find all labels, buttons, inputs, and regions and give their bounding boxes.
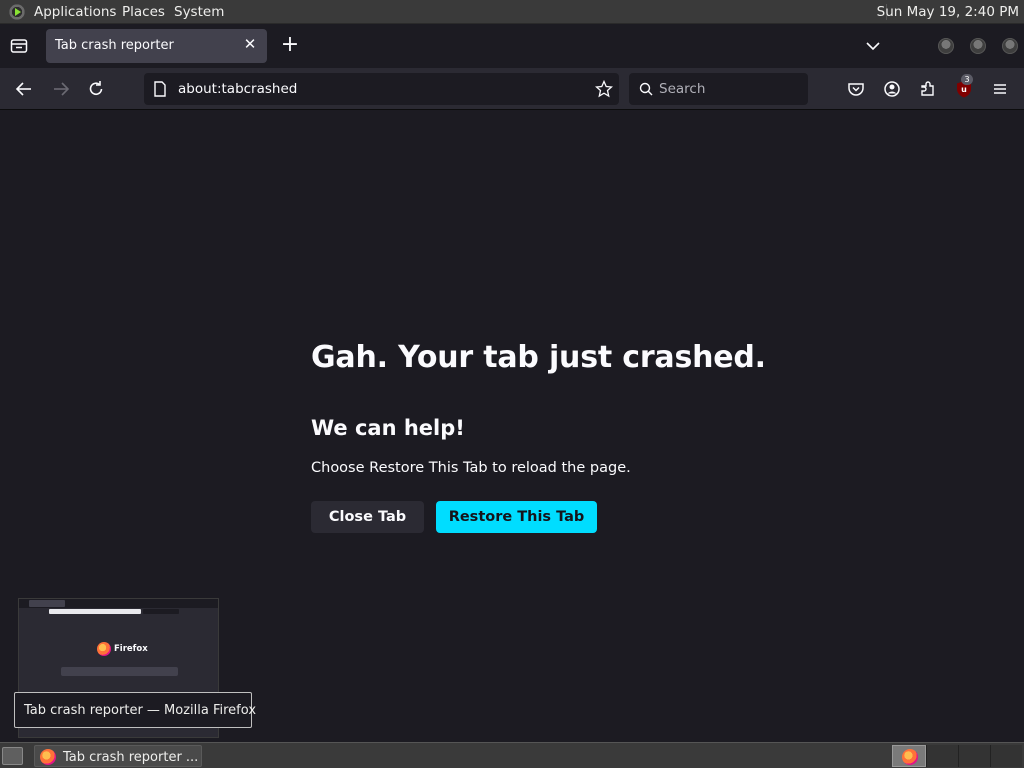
help-subheading: We can help!: [311, 416, 465, 440]
firefox-icon: [902, 749, 918, 765]
maximize-button[interactable]: [970, 38, 986, 54]
chevron-down-icon[interactable]: [863, 36, 883, 56]
account-icon[interactable]: [881, 78, 903, 100]
star-icon[interactable]: [595, 80, 613, 98]
crash-headline: Gah. Your tab just crashed.: [311, 340, 766, 375]
top-panel: Applications Places System Sun May 19, 2…: [0, 0, 1024, 24]
workspace-switcher: [892, 745, 1024, 767]
back-arrow-icon[interactable]: [13, 78, 35, 100]
bottom-taskbar: Tab crash reporter ...: [0, 742, 1024, 768]
preview-brand-text: Firefox: [114, 644, 148, 654]
preview-tab: [29, 600, 65, 607]
extensions-icon[interactable]: [917, 78, 939, 100]
workspace-2[interactable]: [926, 745, 958, 767]
firefox-view-icon[interactable]: [10, 38, 28, 54]
extension-badge: 3: [961, 74, 973, 85]
preview-search-bar: [143, 609, 179, 614]
applications-menu[interactable]: Applications: [34, 4, 116, 20]
close-icon[interactable]: ✕: [242, 36, 258, 52]
tab-title: Tab crash reporter: [55, 38, 174, 53]
workspace-3[interactable]: [958, 745, 990, 767]
places-menu[interactable]: Places: [122, 4, 165, 20]
navigation-bar: about:tabcrashed Search u 3: [0, 68, 1024, 110]
taskbar-window-label: Tab crash reporter ...: [63, 750, 199, 765]
taskbar-window-button[interactable]: Tab crash reporter ...: [34, 745, 202, 767]
hamburger-menu-icon[interactable]: [989, 78, 1011, 100]
search-bar[interactable]: Search: [629, 73, 808, 105]
page-icon: [154, 81, 166, 97]
url-bar[interactable]: about:tabcrashed: [144, 73, 619, 105]
reload-icon[interactable]: [85, 78, 107, 100]
firefox-icon: [40, 749, 56, 765]
close-tab-button[interactable]: Close Tab: [311, 501, 424, 533]
show-desktop-icon[interactable]: [2, 747, 23, 765]
close-window-button[interactable]: [1002, 38, 1018, 54]
firefox-logo-icon: [97, 642, 111, 656]
preview-search-input: [61, 667, 178, 676]
forward-arrow-icon[interactable]: [50, 78, 72, 100]
tab-crash-reporter[interactable]: Tab crash reporter ✕: [46, 29, 267, 63]
svg-text:u: u: [961, 85, 967, 94]
url-text: about:tabcrashed: [178, 81, 298, 97]
restore-tab-button[interactable]: Restore This Tab: [436, 501, 597, 533]
clock[interactable]: Sun May 19, 2:40 PM: [877, 4, 1019, 20]
search-icon: [639, 82, 653, 96]
workspace-1[interactable]: [892, 745, 926, 767]
preview-tab-strip: [19, 599, 218, 608]
window-tooltip: Tab crash reporter — Mozilla Firefox: [14, 692, 256, 728]
system-menu[interactable]: System: [174, 4, 224, 20]
search-placeholder: Search: [659, 81, 706, 97]
workspace-4[interactable]: [990, 745, 1022, 767]
tab-strip: Tab crash reporter ✕ +: [0, 24, 1024, 68]
crash-description: Choose Restore This Tab to reload the pa…: [311, 460, 631, 476]
applications-logo-icon[interactable]: [8, 3, 26, 21]
preview-url-bar: [49, 609, 141, 614]
plus-icon[interactable]: +: [279, 34, 301, 57]
minimize-button[interactable]: [938, 38, 954, 54]
pocket-icon[interactable]: [845, 78, 867, 100]
